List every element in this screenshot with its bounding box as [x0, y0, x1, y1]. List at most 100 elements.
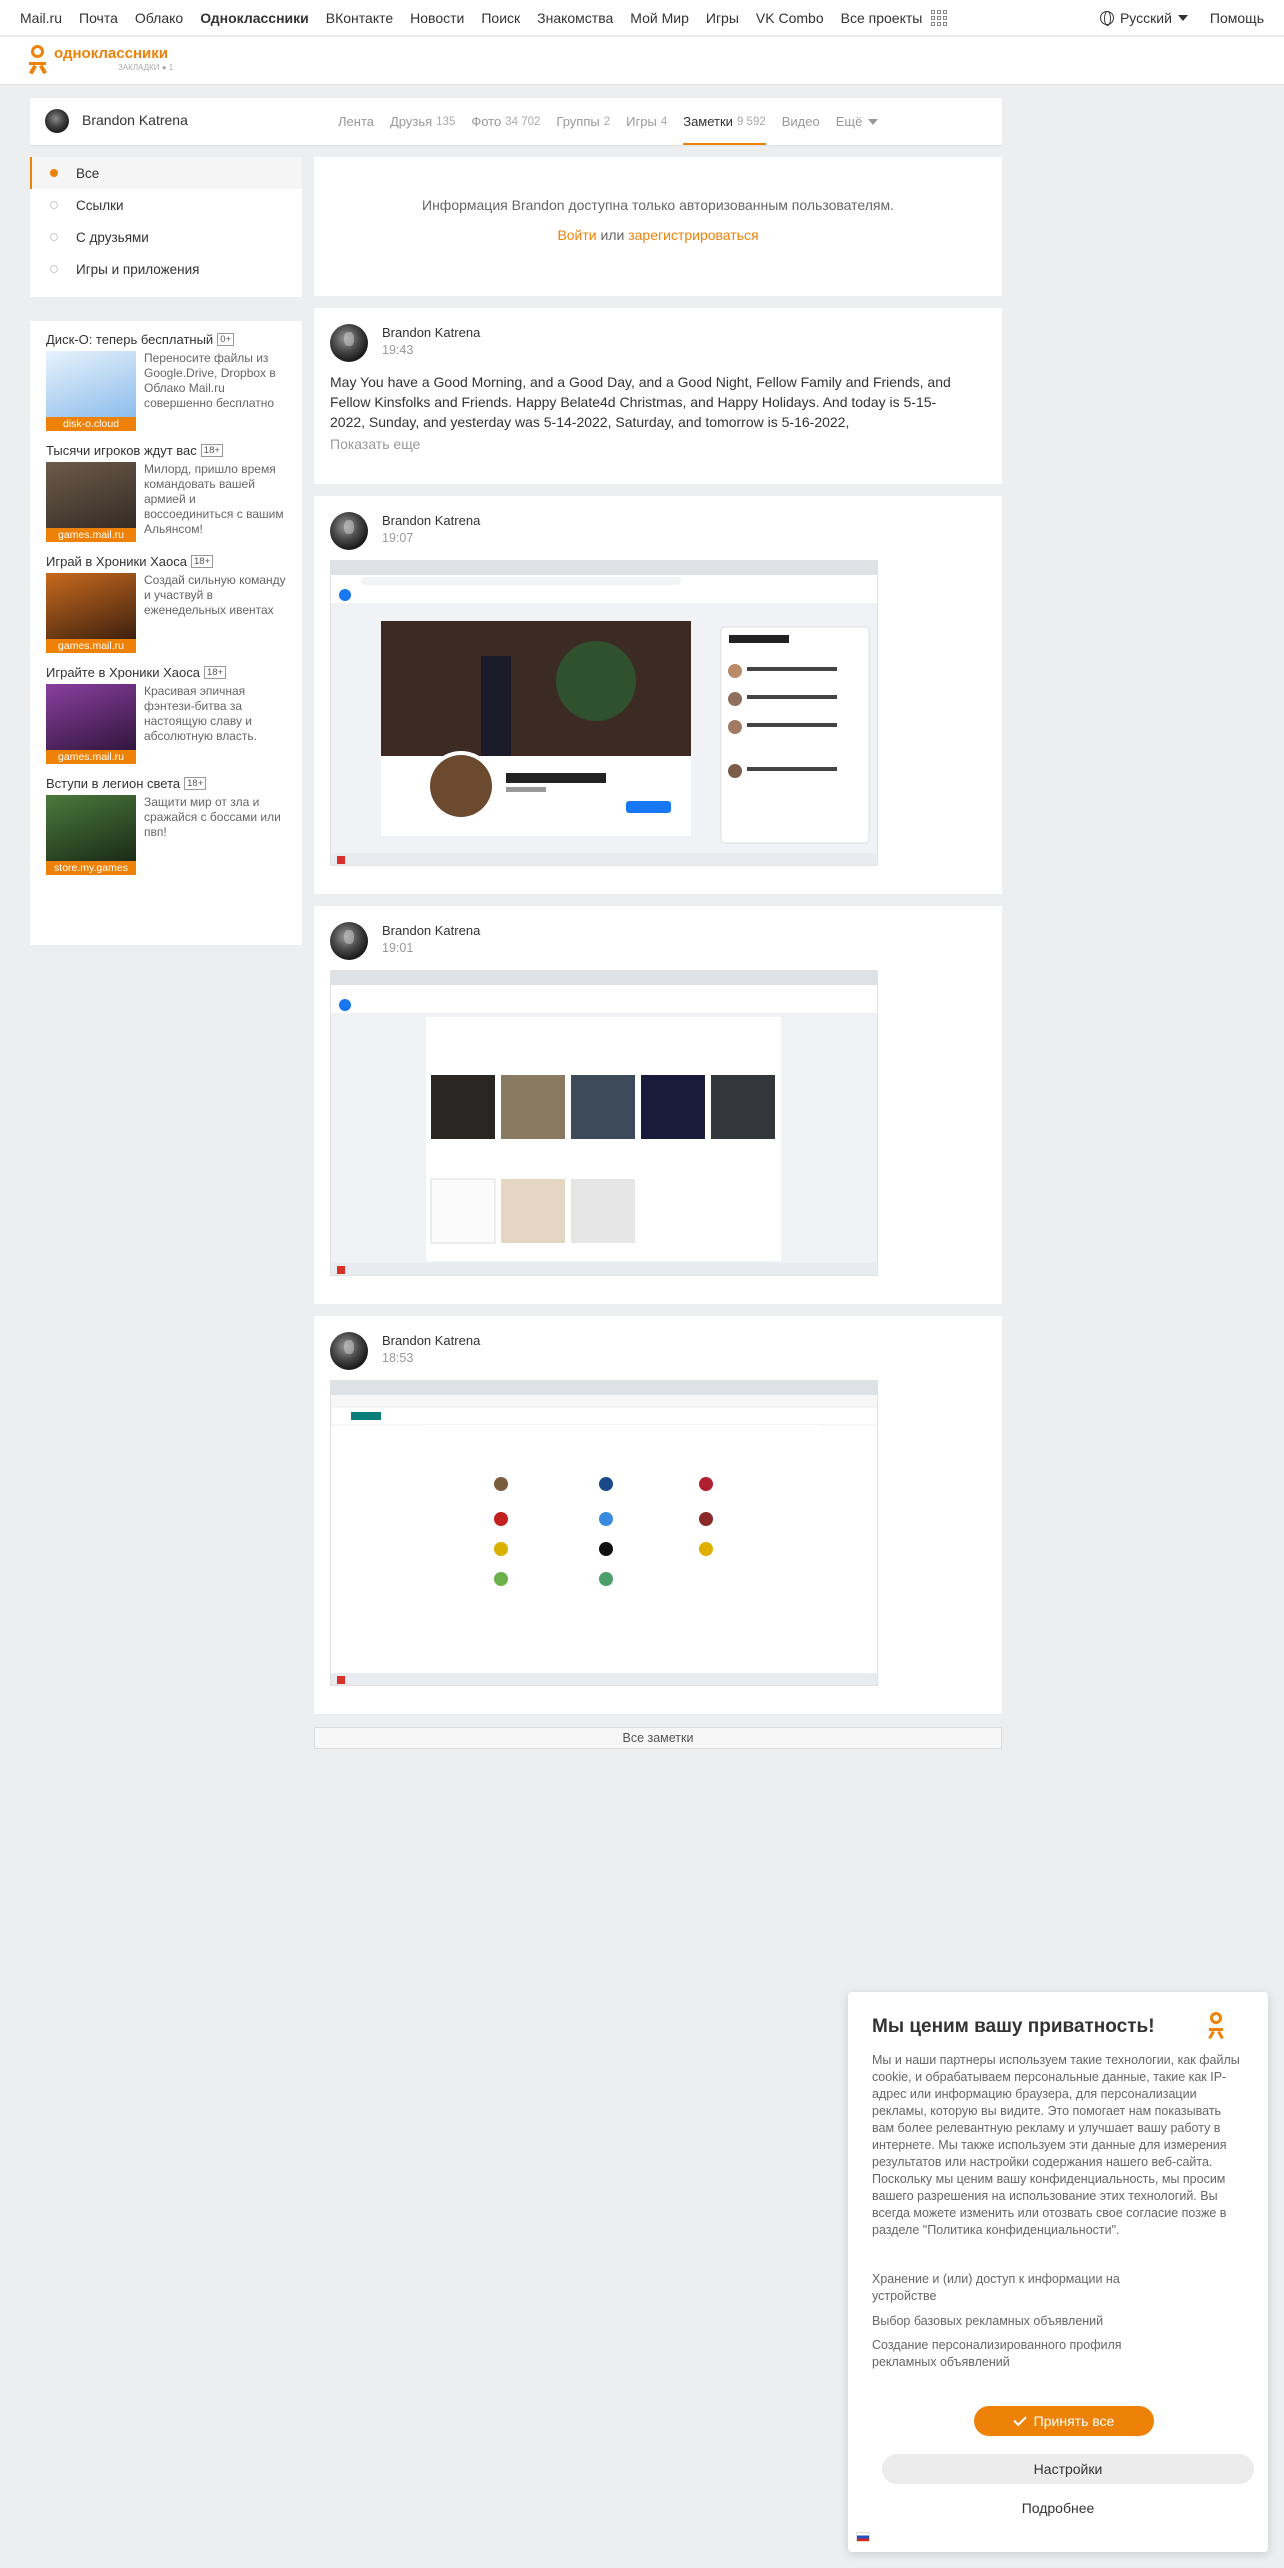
ad-title: Играй в Хроники Хаоса — [46, 554, 187, 569]
avatar[interactable] — [330, 1332, 368, 1370]
filter-label: Ссылки — [76, 197, 124, 213]
tab-more[interactable]: Ещё — [836, 98, 879, 145]
note-post: Brandon Katrena 19:01 — [314, 906, 1002, 1304]
ad-item[interactable]: Играй в Хроники Хаоса 18+ games.mail.ru С… — [46, 554, 286, 653]
portal-link-vk[interactable]: ВКонтакте — [326, 10, 393, 26]
grid-icon[interactable] — [931, 10, 948, 26]
bullet-icon — [50, 233, 58, 241]
portal-link-ok[interactable]: Одноклассники — [200, 10, 309, 26]
tab-notes[interactable]: Заметки 9 592 — [683, 98, 766, 145]
ad-item[interactable]: Вступи в легион света 18+ store.my.games … — [46, 776, 286, 875]
notes-filter-menu: Все Ссылки С друзьями Игры и приложения — [30, 157, 302, 297]
ad-source: disk-o.cloud — [46, 417, 136, 431]
profile-tabs: Лента Друзья 135 Фото 34 702 Группы 2 Игры 4… — [338, 98, 894, 145]
age-badge: 18+ — [184, 777, 207, 790]
filter-games[interactable]: Игры и приложения — [30, 253, 302, 285]
language-selector[interactable]: Русский — [1099, 10, 1188, 26]
portal-link-dating[interactable]: Знакомства — [537, 10, 613, 26]
post-screenshot-image[interactable] — [330, 1380, 878, 1686]
check-icon — [1012, 2412, 1027, 2426]
tab-groups[interactable]: Группы 2 — [556, 98, 610, 145]
xing-groups-screenshot — [331, 1381, 877, 1685]
bullet-icon — [50, 201, 58, 209]
post-time: 19:07 — [382, 531, 414, 545]
ad-image[interactable]: disk-o.cloud — [46, 351, 136, 431]
portal-link-vkcombo[interactable]: VK Combo — [756, 10, 824, 26]
note-post: Brandon Katrena 18:53 — [314, 1316, 1002, 1714]
filter-label: Все — [76, 165, 100, 181]
avatar[interactable] — [330, 922, 368, 960]
flag-icon — [856, 2532, 870, 2542]
note-post: Brandon Katrena 19:07 — [314, 496, 1002, 894]
login-link[interactable]: Войти — [557, 227, 596, 243]
portal-link-all-projects[interactable]: Все проекты — [841, 10, 923, 26]
ok-logo-name: одноклассники — [54, 45, 168, 62]
accept-all-button[interactable]: Принять все — [974, 2406, 1154, 2436]
accept-label: Принять все — [1033, 2413, 1115, 2429]
tab-count: 135 — [436, 115, 456, 128]
portal-bar: Mail.ru Почта Облако Одноклассники ВКонт… — [0, 0, 1284, 36]
ok-logo[interactable]: одноклассники ЗАКЛАДКИ ● 1 — [28, 45, 173, 75]
ok-header: одноклассники ЗАКЛАДКИ ● 1 — [0, 37, 1284, 85]
post-author[interactable]: Brandon Katrena — [382, 325, 480, 340]
portal-link-search[interactable]: Поиск — [481, 10, 520, 26]
auth-notice: Информация Brandon доступна только автор… — [314, 157, 1002, 296]
filter-links[interactable]: Ссылки — [30, 189, 302, 221]
portal-link-pochta[interactable]: Почта — [79, 10, 118, 26]
settings-button[interactable]: Настройки — [882, 2454, 1254, 2484]
tab-video[interactable]: Видео — [782, 98, 820, 145]
ad-title: Вступи в легион света — [46, 776, 181, 791]
register-link[interactable]: зарегистрироваться — [628, 227, 758, 243]
ad-item[interactable]: Диск-О: теперь бесплатный 0+ disk-o.cloud… — [46, 332, 286, 431]
ok-logo-icon — [1206, 2012, 1226, 2042]
tab-photos[interactable]: Фото 34 702 — [471, 98, 540, 145]
portal-link-mail[interactable]: Mail.ru — [20, 10, 62, 26]
post-time: 18:53 — [382, 1351, 414, 1365]
privacy-purpose[interactable]: Создание персонализированного профиля ре… — [872, 2337, 1172, 2371]
post-text[interactable]: May You have a Good Morning, and a Good … — [330, 372, 970, 432]
all-notes-button[interactable]: Все заметки — [314, 1727, 1002, 1749]
portal-link-myworld[interactable]: Мой Мир — [630, 10, 689, 26]
tab-feed[interactable]: Лента — [338, 98, 374, 145]
age-badge: 0+ — [217, 333, 235, 346]
help-link[interactable]: Помощь — [1210, 10, 1264, 26]
tab-label: Друзья — [389, 114, 433, 129]
tab-games[interactable]: Игры 4 — [626, 98, 667, 145]
avatar[interactable] — [330, 512, 368, 550]
globe-icon — [1099, 11, 1114, 26]
age-badge: 18+ — [190, 555, 214, 568]
ad-text: Красивая эпичная фэнтези-битва за настоя… — [144, 684, 258, 743]
ad-image[interactable]: store.my.games — [46, 795, 136, 875]
privacy-purpose[interactable]: Хранение и (или) доступ к информации на … — [872, 2271, 1172, 2305]
age-badge: 18+ — [200, 444, 223, 457]
avatar[interactable] — [45, 109, 69, 133]
ad-image[interactable]: games.mail.ru — [46, 573, 136, 653]
ok-logo-sub: ЗАКЛАДКИ ● 1 — [118, 63, 174, 72]
post-author[interactable]: Brandon Katrena — [382, 513, 480, 528]
filter-all[interactable]: Все — [30, 157, 302, 189]
privacy-dialog: Мы ценим вашу приватность! Мы и наши пар… — [848, 1992, 1268, 2552]
profile-name[interactable]: Brandon Katrena — [82, 112, 188, 128]
more-details-link[interactable]: Подробнее — [848, 2500, 1268, 2516]
ad-title: Тысячи игроков ждут вас — [46, 443, 197, 458]
ad-image[interactable]: games.mail.ru — [46, 462, 136, 542]
portal-link-news[interactable]: Новости — [410, 10, 464, 26]
ad-text: Милорд, пришло время командовать вашей а… — [144, 462, 284, 536]
post-screenshot-image[interactable] — [330, 970, 878, 1276]
privacy-purpose[interactable]: Выбор базовых рекламных объявлений — [872, 2313, 1172, 2330]
ad-image[interactable]: games.mail.ru — [46, 684, 136, 764]
ad-item[interactable]: Играйте в Хроники Хаоса 18+ games.mail.ru… — [46, 665, 286, 764]
facebook-groups-screenshot — [331, 971, 877, 1275]
portal-link-games[interactable]: Игры — [706, 10, 739, 26]
show-more-link[interactable]: Показать еще — [330, 436, 420, 452]
tab-friends[interactable]: Друзья 135 — [390, 98, 455, 145]
filter-friends[interactable]: С друзьями — [30, 221, 302, 253]
ad-item[interactable]: Тысячи игроков ждут вас 18+ games.mail.ru… — [46, 443, 286, 542]
portal-link-cloud[interactable]: Облако — [135, 10, 183, 26]
post-screenshot-image[interactable] — [330, 560, 878, 866]
chevron-down-icon — [868, 118, 879, 125]
language-label: Русский — [1119, 10, 1172, 26]
post-author[interactable]: Brandon Katrena — [382, 923, 480, 938]
avatar[interactable] — [330, 324, 368, 362]
post-author[interactable]: Brandon Katrena — [382, 1333, 480, 1348]
